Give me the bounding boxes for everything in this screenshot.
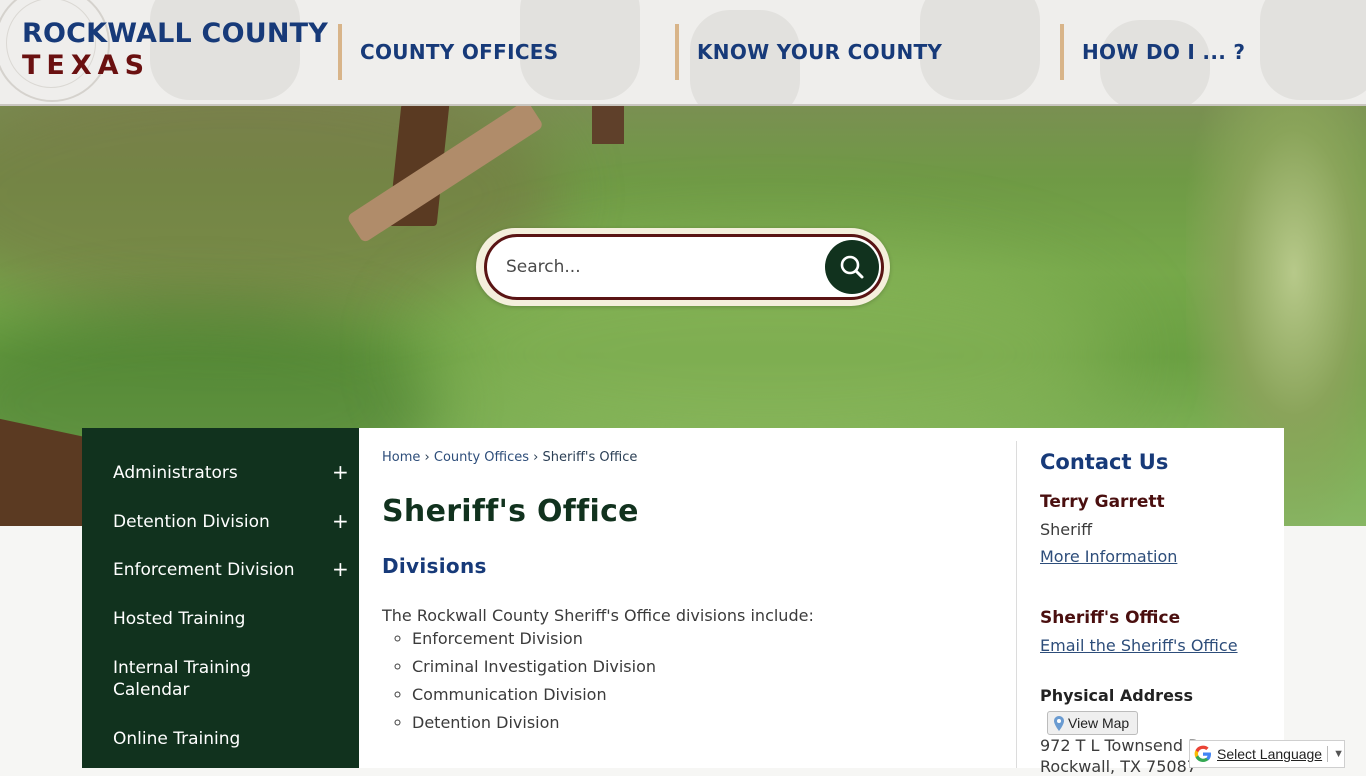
column-divider [1016, 441, 1017, 768]
email-office-link[interactable]: Email the Sheriff's Office [1040, 636, 1238, 655]
logo-state[interactable]: TEXAS [22, 50, 150, 81]
sidebar-item-internal-training-calendar[interactable]: Internal Training Calendar [113, 657, 273, 701]
search-icon [840, 255, 864, 279]
list-item: Detention Division [412, 714, 656, 742]
breadcrumb: Home › County Offices › Sheriff's Office [382, 450, 637, 465]
select-language-label[interactable]: Select Language [1217, 746, 1322, 762]
office-heading: Sheriff's Office [1040, 608, 1181, 628]
view-map-button[interactable]: View Map [1047, 711, 1139, 735]
logo-county[interactable]: ROCKWALL COUNTY [22, 18, 328, 49]
nav-know-your-county[interactable]: KNOW YOUR COUNTY [675, 24, 1055, 80]
expand-icon[interactable]: + [332, 461, 349, 483]
sidebar-item-hosted-training[interactable]: Hosted Training [113, 608, 343, 630]
contact-heading: Contact Us [1040, 450, 1169, 474]
breadcrumb-current: Sheriff's Office [542, 450, 638, 465]
address-line-1: 972 T L Townsend Dr [1040, 736, 1208, 755]
sidebar-item-online-training[interactable]: Online Training [113, 728, 343, 750]
sidebar-item-administrators[interactable]: Administrators [113, 462, 343, 484]
divisions-intro: The Rockwall County Sheriff's Office div… [382, 606, 814, 625]
address-heading: Physical Address [1040, 686, 1193, 705]
sidebar-nav: Administrators + Detention Division + En… [82, 428, 359, 768]
view-map-label: View Map [1068, 715, 1130, 731]
sidebar-item-enforcement-division[interactable]: Enforcement Division [113, 559, 343, 581]
breadcrumb-county-offices[interactable]: County Offices [434, 450, 529, 465]
contact-name: Terry Garrett [1040, 492, 1165, 512]
site-header: ROCKWALL COUNTY TEXAS COUNTY OFFICES KNO… [0, 0, 1366, 106]
nav-county-offices[interactable]: COUNTY OFFICES [338, 24, 668, 80]
google-g-icon [1194, 745, 1211, 762]
contact-role: Sheriff [1040, 520, 1093, 539]
breadcrumb-separator: › [533, 450, 539, 465]
list-item: Enforcement Division [412, 630, 656, 658]
search-input[interactable] [504, 248, 818, 286]
nav-how-do-i[interactable]: HOW DO I ... ? [1060, 24, 1310, 80]
address-line-2: Rockwall, TX 75087 [1040, 757, 1197, 776]
sidebar-item-detention-division[interactable]: Detention Division [113, 511, 343, 533]
breadcrumb-home[interactable]: Home [382, 450, 420, 465]
list-item: Criminal Investigation Division [412, 658, 656, 686]
search-button[interactable] [825, 240, 879, 294]
chevron-down-icon[interactable]: ▼ [1333, 748, 1344, 760]
more-information-link[interactable]: More Information [1040, 547, 1177, 566]
section-title: Divisions [382, 554, 487, 578]
divisions-list: Enforcement Division Criminal Investigat… [382, 630, 656, 742]
expand-icon[interactable]: + [332, 510, 349, 532]
page-title: Sheriff's Office [382, 494, 639, 529]
list-item: Communication Division [412, 686, 656, 714]
language-selector[interactable]: Select Language ▼ [1189, 740, 1345, 768]
breadcrumb-separator: › [424, 450, 430, 465]
expand-icon[interactable]: + [332, 558, 349, 580]
map-pin-icon [1054, 715, 1064, 731]
